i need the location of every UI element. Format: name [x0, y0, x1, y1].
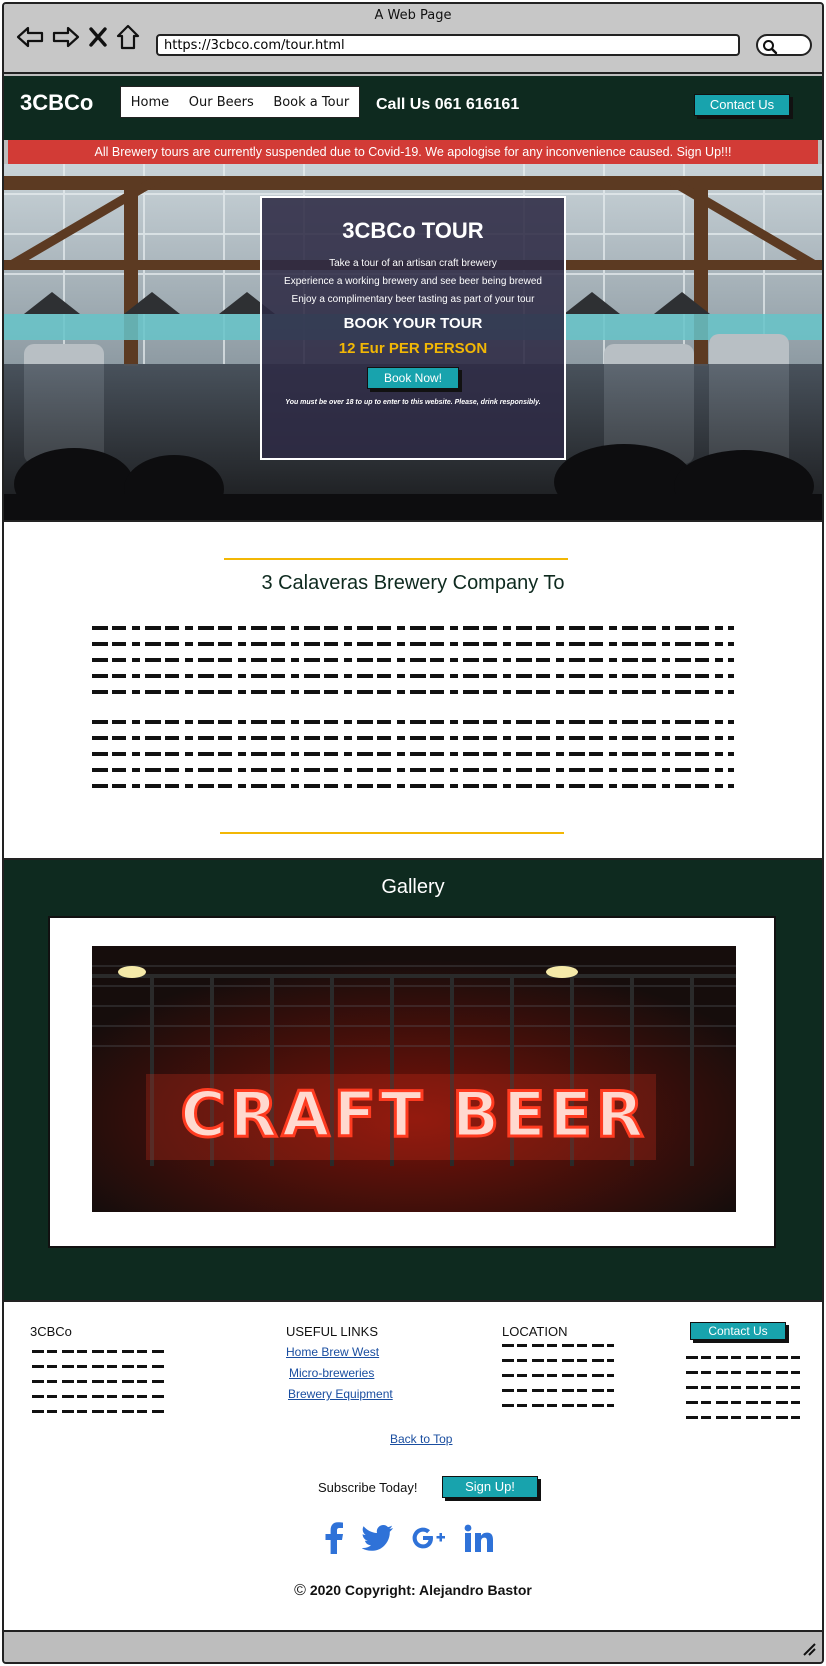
footer-brand: 3CBCo — [30, 1324, 72, 1339]
close-icon[interactable] — [88, 26, 108, 48]
tour-price: 12 Eur PER PERSON — [338, 340, 488, 357]
tour-description-line: Take a tour of an artisan craft brewery — [329, 258, 497, 269]
tour-info-card: 3CBCo TOUR Take a tour of an artisan cra… — [260, 196, 566, 460]
back-to-top-link[interactable]: Back to Top — [390, 1432, 452, 1446]
gold-divider-top — [224, 558, 568, 560]
about-section: 3 Calaveras Brewery Company To — [4, 520, 822, 860]
nav-home[interactable]: Home — [131, 95, 169, 110]
site-header: 3CBCo Home Our Beers Book a Tour Call Us… — [4, 76, 822, 140]
contact-us-button[interactable]: Contact Us — [694, 94, 790, 116]
about-paragraph-placeholder — [92, 720, 734, 800]
browser-window: A Web Page https://3cbco.com/tour.html 3… — [2, 2, 824, 1664]
social-links — [324, 1522, 494, 1558]
gold-divider-bottom — [220, 832, 564, 834]
hero-section: 3CBCo TOUR Take a tour of an artisan cra… — [4, 164, 822, 520]
neon-sign-text: CRAFT BEER — [180, 1078, 647, 1151]
useful-links-heading: USEFUL LINKS — [286, 1324, 378, 1339]
gallery-frame: CRAFT BEER — [48, 916, 776, 1248]
site-footer: 3CBCo USEFUL LINKS Home Brew West Micro-… — [4, 1300, 822, 1630]
tour-title: 3CBCo TOUR — [342, 218, 484, 243]
main-nav: Home Our Beers Book a Tour — [120, 86, 360, 118]
resize-grip-icon[interactable] — [800, 1640, 816, 1660]
age-disclaimer: You must be over 18 to up to enter to th… — [285, 399, 541, 406]
copyright-symbol: © — [294, 1582, 306, 1599]
gallery-section: Gallery CRAFT BEER — [4, 860, 822, 1300]
nav-our-beers[interactable]: Our Beers — [189, 95, 254, 110]
tour-description-line: Experience a working brewery and see bee… — [284, 276, 542, 287]
address-bar[interactable]: https://3cbco.com/tour.html — [156, 34, 740, 56]
book-your-tour-heading: BOOK YOUR TOUR — [343, 315, 483, 332]
about-heading: 3 Calaveras Brewery Company To — [261, 572, 565, 594]
footer-contact-us-button[interactable]: Contact Us — [690, 1322, 786, 1340]
site-logo[interactable]: 3CBCo — [20, 90, 93, 116]
craft-beer-neon-image: CRAFT BEER — [92, 946, 736, 1212]
copyright-text: 2020 Copyright: Alejandro Bastor — [309, 1582, 532, 1598]
link-home-brew-west[interactable]: Home Brew West — [286, 1345, 379, 1359]
forward-arrow-icon[interactable] — [52, 25, 80, 49]
covid-alert-banner: All Brewery tours are currently suspende… — [8, 140, 818, 164]
location-text-placeholder — [502, 1344, 614, 1419]
about-paragraph-placeholder — [92, 626, 734, 706]
back-arrow-icon[interactable] — [16, 25, 44, 49]
nav-book-a-tour[interactable]: Book a Tour — [273, 95, 349, 110]
location-heading: LOCATION — [502, 1324, 568, 1339]
copyright: © 2020 Copyright: Alejandro Bastor — [4, 1582, 822, 1600]
subscribe-label: Subscribe Today! — [318, 1480, 418, 1495]
footer-brand-text-placeholder — [32, 1350, 164, 1425]
link-brewery-equipment[interactable]: Brewery Equipment — [288, 1387, 393, 1401]
home-icon[interactable] — [116, 24, 140, 50]
twitter-icon[interactable] — [361, 1525, 394, 1555]
browser-status-bar — [4, 1630, 822, 1662]
browser-nav — [16, 24, 140, 50]
sign-up-button[interactable]: Sign Up! — [442, 1476, 538, 1498]
contact-text-placeholder — [686, 1356, 800, 1431]
linkedin-icon[interactable] — [464, 1524, 494, 1556]
book-now-button[interactable]: Book Now! — [367, 367, 459, 389]
gallery-heading: Gallery — [381, 876, 445, 898]
link-micro-breweries[interactable]: Micro-breweries — [289, 1366, 374, 1380]
call-us-text: Call Us 061 616161 — [376, 96, 520, 113]
google-plus-icon[interactable] — [412, 1526, 446, 1554]
browser-chrome: A Web Page https://3cbco.com/tour.html — [4, 4, 822, 74]
browser-search-field[interactable] — [756, 34, 812, 56]
window-title: A Web Page — [374, 8, 452, 23]
tour-description-line: Enjoy a complimentary beer tasting as pa… — [291, 294, 535, 305]
facebook-icon[interactable] — [324, 1522, 344, 1558]
